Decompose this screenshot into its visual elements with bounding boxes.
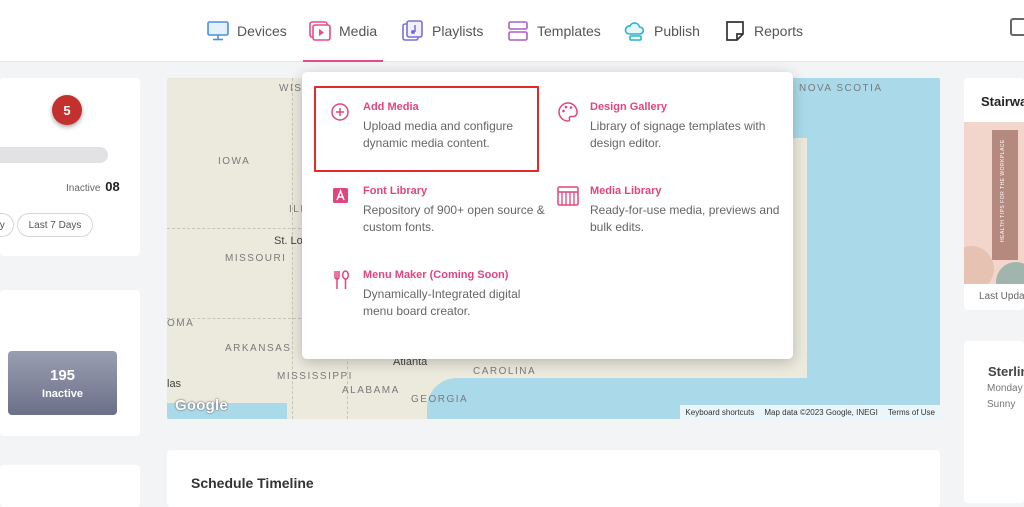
play-media-icon	[309, 21, 331, 41]
cloud-publish-icon	[624, 22, 645, 41]
map-label-mississippi: MISSISSIPPI	[277, 371, 353, 382]
map-label-arkansas: ARKANSAS	[225, 343, 292, 354]
nav-label-templates: Templates	[537, 23, 601, 39]
schedule-timeline-title: Schedule Timeline	[191, 475, 314, 491]
map-label-missouri: MISSOURI	[225, 253, 287, 264]
nav-devices[interactable]: Devices	[207, 0, 287, 62]
map-label-oma: OMA	[167, 318, 195, 329]
nav-label-playlists: Playlists	[432, 23, 484, 39]
terms-of-use-link[interactable]: Terms of Use	[888, 408, 935, 417]
font-icon	[333, 188, 348, 203]
media-library-title: Media Library	[590, 185, 662, 197]
top-nav: Devices Media Playlists Templates Publis…	[0, 0, 1024, 62]
playlist-preview-card[interactable]: Stairwa HEALTH TIPS FOR THE WORKPLACE La…	[964, 78, 1024, 310]
thumbnail-shape	[964, 246, 994, 284]
chat-icon[interactable]	[1010, 18, 1024, 36]
schedule-timeline-card: Schedule Timeline	[167, 450, 940, 507]
map-label-alabama: ALABAMA	[342, 385, 400, 396]
add-media-description: Upload media and configure dynamic media…	[363, 119, 514, 150]
keyboard-shortcuts-link[interactable]: Keyboard shortcuts	[685, 408, 754, 417]
nav-playlists[interactable]: Playlists	[402, 0, 483, 62]
design-gallery-title: Design Gallery	[590, 101, 668, 113]
font-library-description: Repository of 900+ open source & custom …	[363, 203, 545, 234]
weather-day: Monday	[987, 383, 1023, 394]
weather-condition: Sunny	[987, 399, 1016, 410]
map-border	[292, 78, 293, 419]
playlist-thumbnail[interactable]: HEALTH TIPS FOR THE WORKPLACE	[964, 122, 1024, 284]
weather-location-title: Sterlin	[988, 364, 1024, 379]
map-label-las: las	[167, 378, 182, 390]
add-media-title: Add Media	[363, 101, 419, 113]
nav-publish[interactable]: Publish	[624, 0, 700, 62]
inactive-count-line: Inactive 08	[66, 179, 120, 194]
inactive-devices-tile[interactable]: 195 Inactive	[8, 351, 117, 415]
nav-media[interactable]: Media	[302, 0, 384, 62]
last-updated-label: Last Upda	[979, 291, 1024, 302]
media-library-description: Ready-for-use media, previews and bulk e…	[590, 203, 780, 234]
map-label-st-louis: St. Lo	[274, 235, 303, 247]
menu-maker-title: Menu Maker (Coming Soon)	[363, 269, 509, 281]
nav-templates[interactable]: Templates	[507, 0, 601, 62]
playlist-preview-title: Stairwa	[981, 94, 1024, 109]
playlist-icon	[402, 20, 423, 41]
status-progress-bar	[0, 147, 108, 163]
menu-maker-description: Dynamically-Integrated digital menu boar…	[363, 287, 521, 318]
nav-label-devices: Devices	[237, 23, 287, 39]
map-attribution: Keyboard shortcuts Map data ©2023 Google…	[680, 405, 940, 419]
plus-circle-icon	[331, 103, 349, 121]
map-data-text: Map data ©2023 Google, INEGI	[764, 407, 878, 417]
range-button-last-7-days[interactable]: Last 7 Days	[17, 213, 93, 237]
thumbnail-shape	[996, 262, 1024, 284]
map-label-georgia: GEORGIA	[411, 394, 469, 405]
reports-icon	[726, 21, 744, 41]
font-library-title: Font Library	[363, 185, 428, 197]
nav-label-media: Media	[339, 23, 378, 39]
nav-label-publish: Publish	[654, 23, 700, 39]
nav-reports[interactable]: Reports	[724, 0, 803, 62]
design-gallery-description: Library of signage templates with design…	[590, 119, 766, 150]
palette-icon	[558, 102, 578, 122]
notification-badge[interactable]: 5	[52, 95, 82, 125]
media-dropdown-menu: Add Media Upload media and configure dyn…	[302, 72, 793, 359]
left-bottom-card	[0, 465, 140, 507]
templates-icon	[508, 21, 528, 41]
inactive-count: 08	[105, 179, 120, 194]
thumbnail-text: HEALTH TIPS FOR THE WORKPLACE	[1000, 139, 1006, 242]
nav-label-reports: Reports	[754, 23, 804, 39]
weather-card[interactable]: Sterlin Monday Sunny	[964, 341, 1024, 503]
inactive-label: Inactive	[66, 183, 101, 194]
map-label-carolina: CAROLINA	[473, 366, 537, 377]
fork-spoon-icon	[334, 270, 350, 289]
inactive-devices-label: Inactive	[42, 387, 83, 400]
google-logo: Google	[175, 397, 228, 414]
inactive-devices-count: 195	[49, 366, 76, 384]
map-label-nova-scotia: NOVA SCOTIA	[799, 83, 883, 94]
media-library-icon	[557, 186, 579, 206]
monitor-icon	[207, 21, 229, 41]
map-label-iowa: IOWA	[218, 156, 251, 167]
